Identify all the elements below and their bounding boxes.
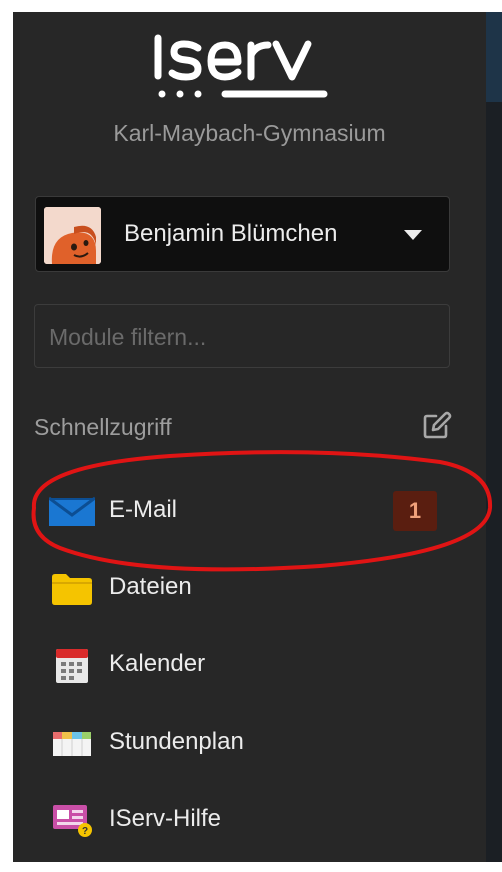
nav-label-timetable: Stundenplan (109, 728, 244, 755)
quick-access-heading: Schnellzugriff (34, 414, 172, 440)
help-icon: ? (53, 805, 92, 837)
iserv-logo[interactable] (152, 28, 332, 104)
header-edge (486, 12, 502, 102)
nav-label-files: Dateien (109, 573, 192, 600)
screenshot-frame-bottom (0, 862, 502, 872)
module-filter-input[interactable] (49, 321, 429, 353)
calendar-icon (56, 649, 88, 683)
edit-icon[interactable] (420, 410, 452, 442)
caret-down-icon (404, 230, 422, 240)
content-area-edge (486, 12, 502, 862)
module-filter-field[interactable] (34, 304, 450, 368)
school-name: Karl-Maybach-Gymnasium (113, 120, 386, 146)
nav-label-calendar: Kalender (109, 650, 206, 677)
nav-label-help: IServ-Hilfe (109, 805, 222, 832)
nav-item-email[interactable]: E-Mail 1 (13, 480, 486, 542)
nav-item-files[interactable]: Dateien (13, 557, 486, 619)
nav-item-help[interactable]: ? IServ-Hilfe (13, 789, 486, 851)
screenshot-frame-left (0, 0, 13, 872)
timetable-icon (53, 732, 91, 756)
mail-icon (49, 496, 95, 526)
nav-item-calendar[interactable]: Kalender (13, 634, 486, 696)
user-name: Benjamin Blümchen (124, 220, 338, 247)
user-menu-button[interactable]: Benjamin Blümchen (35, 196, 450, 272)
svg-text:?: ? (82, 826, 88, 837)
user-avatar (44, 207, 101, 264)
unread-count-badge: 1 (393, 491, 437, 531)
folder-icon (52, 574, 92, 605)
nav-label-email: E-Mail (109, 496, 178, 523)
nav-item-timetable[interactable]: Stundenplan (13, 712, 486, 774)
